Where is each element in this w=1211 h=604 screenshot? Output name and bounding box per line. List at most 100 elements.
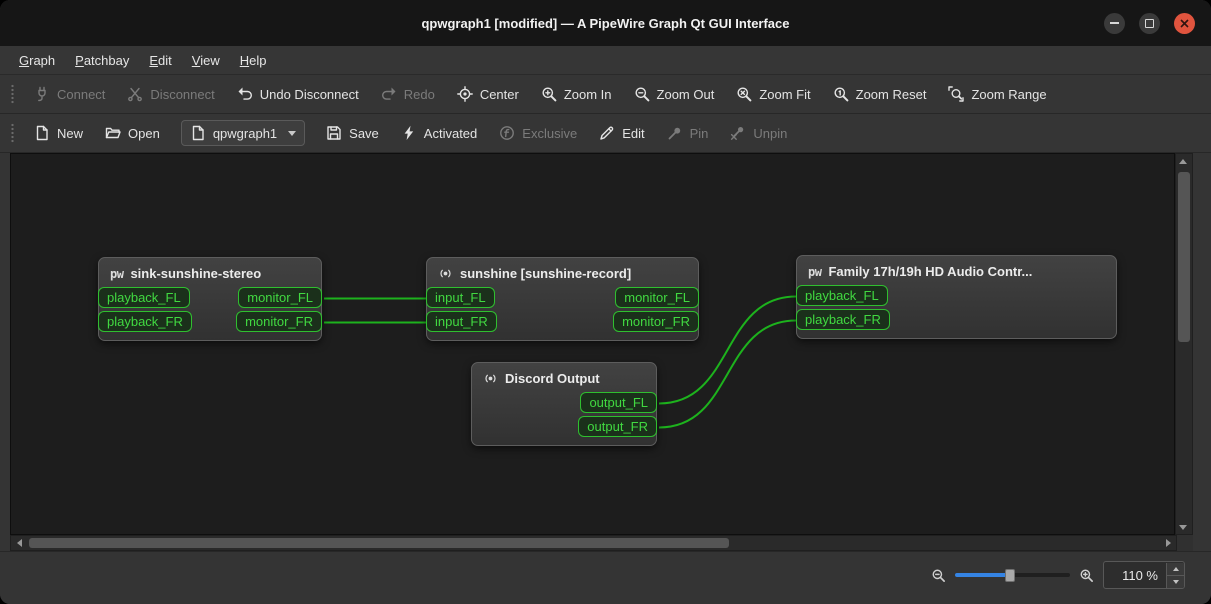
maximize-icon	[1145, 18, 1154, 28]
zoom-out-icon	[635, 87, 649, 102]
open-button[interactable]: Open	[94, 120, 171, 146]
zoom-in-mini-icon[interactable]	[1079, 568, 1094, 583]
node-sunshine-record[interactable]: sunshine [sunshine-record] input_FL inpu…	[426, 257, 699, 341]
disconnect-button[interactable]: Disconnect	[116, 81, 225, 107]
zoom-spin-down-button[interactable]	[1167, 574, 1184, 588]
port-input-fl[interactable]: input_FL	[426, 287, 495, 308]
unpin-button[interactable]: Unpin	[719, 120, 798, 146]
minimize-icon	[1110, 22, 1119, 24]
vertical-scrollbar[interactable]	[1175, 153, 1193, 535]
connect-icon	[38, 86, 46, 102]
zoom-out-mini-icon[interactable]	[931, 568, 946, 583]
pin-button[interactable]: Pin	[656, 120, 720, 146]
disconnect-label: Disconnect	[150, 86, 215, 102]
redo-button[interactable]: Redo	[370, 81, 446, 107]
center-button[interactable]: Center	[446, 81, 530, 107]
zoom-reset-button[interactable]: Zoom Reset	[822, 81, 938, 107]
zoom-range-label: Zoom Range	[971, 86, 1047, 102]
menu-view[interactable]: View	[183, 50, 229, 71]
center-label: Center	[479, 86, 519, 102]
menu-help[interactable]: Help	[231, 50, 276, 71]
zoom-fit-button[interactable]: Zoom Fit	[725, 81, 821, 107]
node-title: sink-sunshine-stereo	[130, 266, 262, 281]
horizontal-scroll-thumb[interactable]	[29, 538, 729, 548]
zoom-range-icon	[948, 86, 965, 102]
port-playback-fl[interactable]: playback_FL	[98, 287, 190, 308]
app-window: qpwgraph1 [modified] — A PipeWire Graph …	[0, 0, 1211, 604]
zoom-controls: 110 %	[931, 561, 1185, 589]
new-label: New	[57, 125, 84, 141]
node-sink-sunshine-stereo[interactable]: sink-sunshine-stereo playback_FL playbac…	[98, 257, 322, 341]
zoom-spin-up-button[interactable]	[1167, 562, 1184, 575]
arrow-down-icon	[1172, 579, 1179, 584]
redo-icon	[381, 87, 396, 100]
zoom-slider-handle[interactable]	[1005, 569, 1016, 582]
activated-label: Activated	[423, 125, 478, 141]
patchbay-file-combobox[interactable]: qpwgraph1	[180, 120, 306, 146]
zoom-in-button[interactable]: Zoom In	[530, 81, 623, 107]
toolbar-drag-handle[interactable]	[10, 84, 15, 104]
unpin-label: Unpin	[753, 125, 788, 141]
undo-icon	[238, 87, 252, 100]
graph-canvas[interactable]: sink-sunshine-stereo playback_FL playbac…	[10, 153, 1175, 535]
vertical-scroll-thumb[interactable]	[1178, 172, 1190, 342]
port-playback-fr[interactable]: playback_FR	[796, 309, 890, 330]
port-monitor-fr[interactable]: monitor_FR	[236, 311, 322, 332]
port-input-fr[interactable]: input_FR	[426, 311, 497, 332]
undo-disconnect-button[interactable]: Undo Disconnect	[226, 81, 370, 107]
port-monitor-fl[interactable]: monitor_FL	[238, 287, 322, 308]
zoom-reset-icon	[834, 87, 849, 102]
save-button[interactable]: Save	[315, 120, 390, 146]
port-output-fr[interactable]: output_FR	[578, 416, 657, 437]
zoom-range-button[interactable]: Zoom Range	[937, 81, 1057, 107]
scroll-right-button[interactable]	[1160, 536, 1176, 550]
menu-patchbay[interactable]: Patchbay	[66, 50, 138, 71]
scroll-left-button[interactable]	[11, 536, 27, 550]
scroll-up-button[interactable]	[1175, 154, 1191, 168]
zoom-in-label: Zoom In	[563, 86, 612, 102]
zoom-out-label: Zoom Out	[656, 86, 715, 102]
open-folder-icon	[105, 127, 121, 139]
zoom-out-button[interactable]: Zoom Out	[623, 81, 726, 107]
new-file-icon	[36, 125, 48, 141]
audio-icon	[438, 266, 453, 281]
menu-graph[interactable]: Graph	[10, 50, 64, 71]
zoom-value: 110 %	[1122, 567, 1158, 583]
window-title: qpwgraph1 [modified] — A PipeWire Graph …	[421, 15, 790, 31]
port-playback-fr[interactable]: playback_FR	[98, 311, 192, 332]
menu-edit[interactable]: Edit	[140, 50, 180, 71]
edit-button[interactable]: Edit	[588, 120, 655, 146]
zoom-spinbox[interactable]: 110 %	[1103, 561, 1185, 589]
arrow-up-icon	[1179, 158, 1187, 164]
chevron-down-icon	[288, 130, 297, 136]
disconnect-icon	[128, 87, 143, 102]
pipewire-icon	[808, 265, 821, 279]
arrow-right-icon	[1165, 539, 1171, 547]
close-button[interactable]	[1174, 12, 1195, 34]
activated-button[interactable]: Activated	[390, 120, 488, 146]
scroll-down-button[interactable]	[1175, 520, 1191, 534]
exclusive-button[interactable]: Exclusive	[488, 120, 588, 146]
close-icon	[1180, 18, 1189, 28]
scrollbar-corner	[1177, 535, 1193, 551]
node-family-hd-audio[interactable]: Family 17h/19h HD Audio Contr... playbac…	[796, 255, 1117, 339]
port-playback-fl[interactable]: playback_FL	[796, 285, 888, 306]
connect-button[interactable]: Connect	[23, 81, 116, 107]
node-discord-output[interactable]: Discord Output output_FL output_FR	[471, 362, 657, 446]
minimize-button[interactable]	[1104, 12, 1125, 34]
zoom-slider[interactable]	[955, 567, 1070, 583]
zoom-in-icon	[542, 87, 557, 102]
port-monitor-fl[interactable]: monitor_FL	[615, 287, 699, 308]
titlebar: qpwgraph1 [modified] — A PipeWire Graph …	[0, 0, 1211, 46]
maximize-button[interactable]	[1139, 12, 1160, 34]
open-label: Open	[128, 125, 160, 141]
port-output-fl[interactable]: output_FL	[580, 392, 657, 413]
new-button[interactable]: New	[23, 120, 94, 146]
undo-disconnect-label: Undo Disconnect	[259, 86, 359, 102]
toolbar-drag-handle[interactable]	[10, 123, 15, 143]
graph-toolbar: Connect Disconnect Undo Disconnect Redo …	[0, 75, 1211, 114]
pin-label: Pin	[689, 125, 709, 141]
horizontal-scrollbar[interactable]	[10, 535, 1177, 551]
zoom-fit-label: Zoom Fit	[759, 86, 811, 102]
port-monitor-fr[interactable]: monitor_FR	[613, 311, 699, 332]
